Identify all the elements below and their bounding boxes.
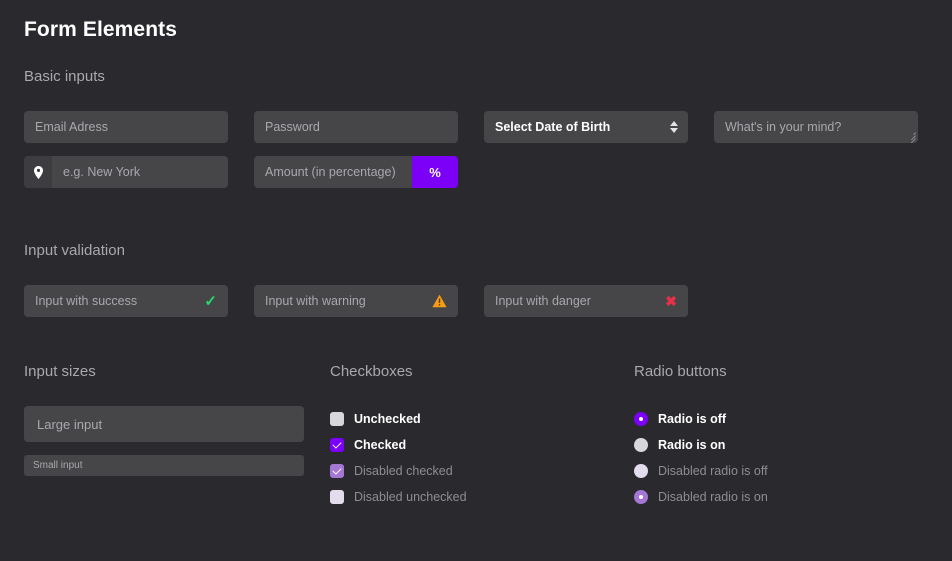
percent-button[interactable]: %	[412, 156, 458, 188]
checkbox-checked-label: Checked	[354, 438, 407, 452]
amount-group-wrap: Amount (in percentage) %	[254, 156, 458, 188]
amount-input-group: Amount (in percentage) %	[254, 156, 458, 188]
radio-off-label: Radio is off	[658, 412, 727, 426]
input-with-danger-value: Input with danger	[495, 294, 591, 308]
basic-inputs-row-2: e.g. New York Amount (in percentage) %	[24, 156, 928, 188]
validation-warning-wrap: Input with warning	[254, 285, 458, 317]
radio-row-off[interactable]: Radio is off	[634, 406, 768, 432]
warning-triangle-icon	[432, 294, 447, 308]
password-input-placeholder: Password	[265, 120, 320, 134]
date-of-birth-select-value: Select Date of Birth	[495, 120, 611, 134]
large-input-placeholder: Large input	[37, 416, 103, 432]
large-input[interactable]: Large input	[24, 406, 304, 442]
input-with-warning[interactable]: Input with warning	[254, 285, 458, 317]
check-icon: ✓	[204, 292, 217, 310]
section-heading-basic-inputs: Basic inputs	[24, 68, 105, 85]
basic-inputs-row-1: Email Adress Password Select Date of Bir…	[24, 111, 928, 143]
mind-textarea-placeholder: What's in your mind?	[725, 120, 842, 134]
mind-textarea[interactable]: What's in your mind?	[714, 111, 918, 143]
radio-disabled-off-control	[634, 464, 648, 478]
location-pin-icon	[24, 156, 52, 188]
city-input[interactable]: e.g. New York	[52, 156, 228, 188]
validation-row: Input with success ✓ Input with warning …	[24, 285, 928, 317]
checkbox-checked-box[interactable]	[330, 438, 344, 452]
radio-on-control[interactable]	[634, 438, 648, 452]
small-input[interactable]: Small input	[24, 455, 304, 476]
validation-success-wrap: Input with success ✓	[24, 285, 228, 317]
checkbox-unchecked-label: Unchecked	[354, 412, 421, 426]
radio-row-disabled-on: Disabled radio is on	[634, 484, 768, 510]
spacer-col-2	[714, 156, 918, 188]
validation-spacer	[714, 285, 918, 317]
radio-buttons-section: Radio buttons Radio is off Radio is on D…	[634, 363, 768, 510]
bottom-sections: Input sizes Large input Small input Chec…	[24, 363, 928, 510]
input-with-success[interactable]: Input with success ✓	[24, 285, 228, 317]
cross-icon: ✖	[665, 293, 677, 309]
radio-row-disabled-off: Disabled radio is off	[634, 458, 768, 484]
input-with-success-value: Input with success	[35, 294, 138, 308]
section-heading-input-validation: Input validation	[24, 242, 125, 259]
radio-disabled-off-label: Disabled radio is off	[658, 464, 768, 478]
city-input-placeholder: e.g. New York	[63, 165, 141, 179]
section-heading-input-sizes: Input sizes	[24, 363, 96, 380]
validation-danger-wrap: Input with danger ✖	[484, 285, 688, 317]
password-input[interactable]: Password	[254, 111, 458, 143]
email-field-wrap: Email Adress	[24, 111, 228, 143]
city-input-group: e.g. New York	[24, 156, 228, 188]
checkbox-row-disabled-unchecked: Disabled unchecked	[330, 484, 634, 510]
mind-textarea-wrap: What's in your mind?	[714, 111, 918, 143]
checkboxes-section: Checkboxes Unchecked Checked Disabled ch…	[330, 363, 634, 510]
radio-on-label: Radio is on	[658, 438, 726, 452]
spacer-col-1	[484, 156, 688, 188]
city-group-wrap: e.g. New York	[24, 156, 228, 188]
checkbox-disabled-unchecked-label: Disabled unchecked	[354, 490, 467, 504]
radio-disabled-on-label: Disabled radio is on	[658, 490, 768, 504]
dob-field-wrap: Select Date of Birth	[484, 111, 688, 143]
email-input[interactable]: Email Adress	[24, 111, 228, 143]
checkbox-row-checked[interactable]: Checked	[330, 432, 634, 458]
section-heading-radio-buttons: Radio buttons	[634, 363, 727, 380]
checkbox-unchecked-box[interactable]	[330, 412, 344, 426]
page-title: Form Elements	[24, 18, 178, 41]
checkbox-disabled-checked-box	[330, 464, 344, 478]
radio-row-on[interactable]: Radio is on	[634, 432, 768, 458]
spinner-arrows-icon[interactable]	[670, 121, 678, 133]
form-elements-page: Form Elements Basic inputs Email Adress …	[0, 0, 952, 510]
amount-input-placeholder: Amount (in percentage)	[265, 165, 396, 179]
input-with-warning-value: Input with warning	[265, 294, 366, 308]
resize-handle-icon[interactable]	[905, 130, 916, 143]
checkbox-row-unchecked[interactable]: Unchecked	[330, 406, 634, 432]
date-of-birth-select[interactable]: Select Date of Birth	[484, 111, 688, 143]
password-field-wrap: Password	[254, 111, 458, 143]
section-heading-checkboxes: Checkboxes	[330, 363, 413, 380]
radio-disabled-on-control	[634, 490, 648, 504]
checkbox-disabled-checked-label: Disabled checked	[354, 464, 453, 478]
radio-off-control[interactable]	[634, 412, 648, 426]
checkbox-disabled-unchecked-box	[330, 490, 344, 504]
amount-input[interactable]: Amount (in percentage)	[254, 156, 412, 188]
checkbox-row-disabled-checked: Disabled checked	[330, 458, 634, 484]
email-input-placeholder: Email Adress	[35, 120, 108, 134]
input-with-danger[interactable]: Input with danger ✖	[484, 285, 688, 317]
input-sizes-section: Input sizes Large input Small input	[24, 363, 330, 510]
small-input-placeholder: Small input	[33, 460, 83, 471]
